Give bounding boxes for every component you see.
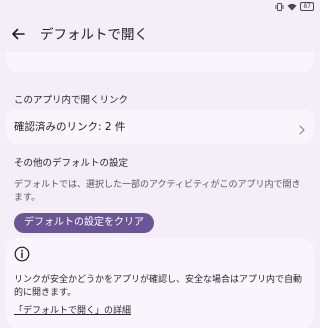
info-icon	[14, 246, 30, 266]
open-by-default-details-link[interactable]: 「デフォルトで開く」の詳細	[14, 305, 131, 318]
app-bar: デフォルトで開く	[0, 22, 320, 48]
verified-links-label: 確認済みのリンク: 2 件	[14, 121, 126, 133]
wifi-icon	[287, 3, 297, 11]
battery-icon: 87	[300, 2, 314, 11]
vibrate-icon	[275, 2, 284, 11]
top-card	[6, 52, 314, 72]
info-text: リンクが安全かどうかをアプリが確認し、安全な場合はアプリ内で自動的に開きます。	[14, 275, 303, 298]
section-header-other-defaults: その他のデフォルトの設定	[14, 158, 129, 169]
verified-links-item[interactable]: 確認済みのリンク: 2 件	[6, 110, 314, 144]
other-defaults-description: デフォルトでは、選択した一部のアクティビティがこのアプリ内で開きます。	[14, 180, 301, 203]
clear-defaults-button[interactable]: デフォルトの設定をクリア	[14, 213, 154, 233]
status-bar: 87	[0, 0, 320, 14]
back-button[interactable]	[8, 25, 28, 45]
section-header-links-in-app: このアプリ内で開くリンク	[14, 95, 129, 106]
info-card: リンクが安全かどうかをアプリが確認し、安全な場合はアプリ内で自動的に開きます。 …	[6, 238, 314, 328]
arrow-left-icon	[11, 26, 25, 45]
status-icons: 87	[275, 2, 314, 11]
page-title: デフォルトで開く	[40, 27, 148, 43]
chevron-right-icon	[298, 121, 306, 140]
